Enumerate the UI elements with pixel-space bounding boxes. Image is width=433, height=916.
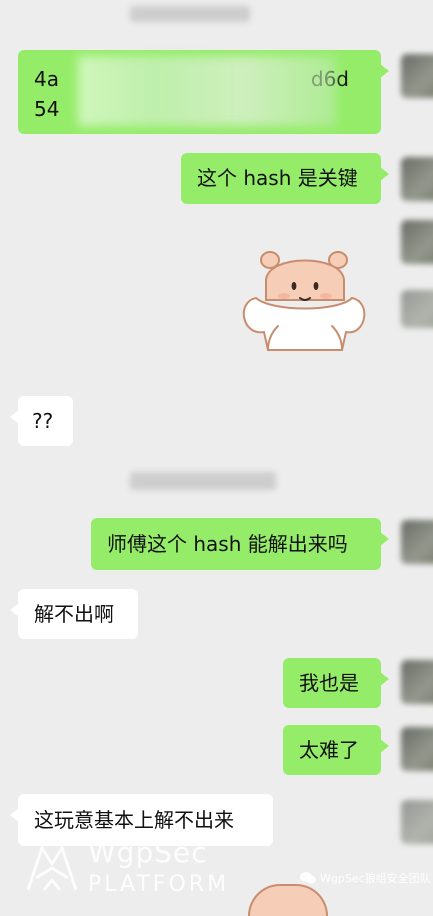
avatar[interactable] [401,157,433,201]
watermark-account-name: WgpSec狼组安全团队 [320,872,431,885]
avatar[interactable] [401,800,433,844]
watermark-brand: WgpSec [88,836,208,869]
message-text: 师傅这个 hash 能解出来吗 [107,532,348,556]
message-text: 这个 hash 是关键 [197,166,358,190]
message-text: 解不出啊 [34,602,114,626]
message-too-hard[interactable]: 太难了 [283,725,389,775]
message-cannot-crack[interactable]: 解不出啊 [10,589,138,639]
hash-text-start: 4a [34,67,59,91]
wechat-icon [300,872,316,884]
message-text: ?? [32,409,54,433]
watermark-account: WgpSec狼组安全团队 [300,870,431,886]
blurred-timestamp-middle [130,472,276,490]
message-hash-key[interactable]: 这个 hash 是关键 [181,153,389,204]
message-hash-question[interactable]: 师傅这个 hash 能解出来吗 [91,518,389,570]
avatar[interactable] [401,54,433,98]
avatar[interactable] [401,660,433,704]
avatar[interactable] [401,520,433,564]
message-text: 太难了 [299,738,359,762]
hamster-sticker[interactable] [238,240,374,358]
avatar[interactable] [401,220,433,264]
hash-text-line2: 54 [34,97,60,121]
peeking-sticker-bottom [248,884,328,916]
hash-redaction [78,56,336,126]
wolf-logo-icon [26,846,78,891]
message-question[interactable]: ?? [10,396,73,446]
avatar[interactable] [401,290,433,328]
avatar[interactable] [401,727,433,771]
message-me-too[interactable]: 我也是 [283,658,389,708]
message-hash[interactable]: 4a d6d 54 [18,50,389,134]
hamster-sticker-image [242,251,366,351]
message-text: 我也是 [299,671,359,695]
message-text: 这玩意基本上解不出来 [34,808,234,832]
blurred-timestamp-top [130,6,250,22]
watermark-platform: PLATFORM [88,872,230,897]
